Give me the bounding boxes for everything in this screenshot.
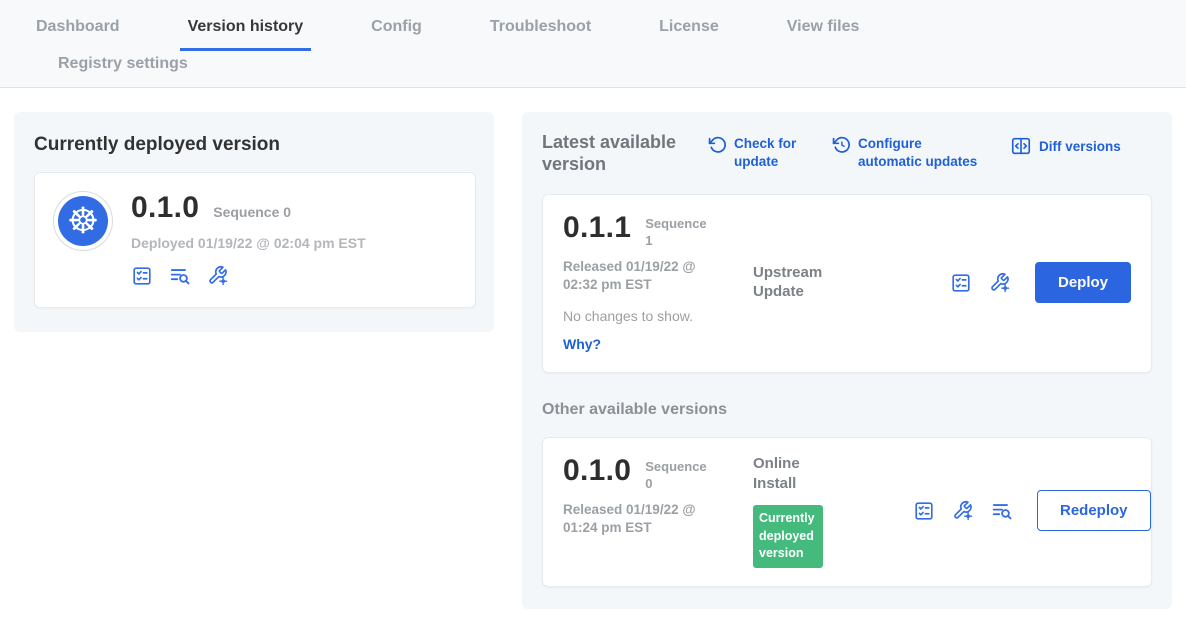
currently-deployed-panel: Currently deployed version ☸ 0.1.0 Seque…	[14, 112, 494, 332]
latest-version-header: Latest available version Check for updat…	[542, 132, 1152, 176]
tab-registry-settings[interactable]: Registry settings	[50, 51, 196, 87]
tab-config[interactable]: Config	[363, 6, 430, 51]
kubernetes-wheel-icon: ☸	[58, 196, 108, 246]
edit-config-icon[interactable]	[989, 272, 1011, 294]
kubernetes-wheel-glyph: ☸	[67, 203, 99, 239]
refresh-icon	[708, 135, 727, 154]
latest-version-title: Latest available version	[542, 132, 682, 176]
latest-version-number: 0.1.1	[563, 211, 631, 245]
other-version-row: 0.1.0 Sequence 0	[563, 454, 753, 493]
configure-automatic-updates-label: Configure automatic updates	[858, 135, 984, 170]
main-content: Currently deployed version ☸ 0.1.0 Seque…	[0, 88, 1186, 609]
tab-view-files[interactable]: View files	[779, 6, 868, 51]
other-actions: Redeploy	[913, 490, 1151, 531]
other-released-timestamp: Released 01/19/22 @ 01:24 pm EST	[563, 501, 718, 537]
no-changes-text: No changes to show.	[563, 308, 753, 324]
other-version-card: 0.1.0 Sequence 0 Released 01/19/22 @ 01:…	[542, 437, 1152, 587]
check-for-update-link[interactable]: Check for update	[708, 135, 806, 170]
check-for-update-label: Check for update	[734, 135, 806, 170]
deploy-button[interactable]: Deploy	[1035, 262, 1131, 303]
diff-versions-label: Diff versions	[1039, 138, 1121, 156]
latest-version-row: 0.1.1 Sequence 1	[563, 211, 753, 250]
currently-deployed-title: Currently deployed version	[34, 134, 476, 156]
release-notes-icon[interactable]	[169, 265, 191, 287]
app-nav: Dashboard Version history Config Trouble…	[0, 0, 1186, 88]
other-source-column: Online Install Currently deployed versio…	[753, 454, 913, 568]
deployed-version-row: 0.1.0 Sequence 0	[131, 191, 366, 225]
available-versions-panel: Latest available version Check for updat…	[522, 112, 1172, 609]
kubernetes-logo-icon: ☸	[53, 191, 113, 251]
latest-version-details: 0.1.1 Sequence 1 Released 01/19/22 @ 02:…	[563, 211, 753, 354]
online-install-label: Online Install	[753, 454, 843, 493]
deployed-sequence-label: Sequence 0	[213, 204, 291, 220]
deployed-version-info: 0.1.0 Sequence 0 Deployed 01/19/22 @ 02:…	[131, 191, 366, 287]
diff-icon	[1010, 135, 1032, 157]
deployed-version-card: ☸ 0.1.0 Sequence 0 Deployed 01/19/22 @ 0…	[34, 172, 476, 308]
edit-config-icon[interactable]	[207, 265, 229, 287]
upstream-update-label: Upstream Update	[753, 263, 843, 302]
other-versions-title: Other available versions	[542, 401, 1152, 419]
preflight-checks-icon[interactable]	[131, 265, 153, 287]
latest-source-column: Upstream Update	[753, 211, 913, 354]
nav-row-2: Registry settings	[0, 51, 1186, 87]
tab-troubleshoot[interactable]: Troubleshoot	[482, 6, 599, 51]
tab-license[interactable]: License	[651, 6, 727, 51]
preflight-checks-icon[interactable]	[950, 272, 972, 294]
deployed-actions-icon-row	[131, 265, 366, 287]
preflight-checks-icon[interactable]	[913, 500, 935, 522]
latest-actions: Deploy	[950, 262, 1131, 303]
redeploy-button[interactable]: Redeploy	[1037, 490, 1151, 531]
currently-deployed-badge: Currently deployed version	[753, 505, 823, 568]
latest-version-card: 0.1.1 Sequence 1 Released 01/19/22 @ 02:…	[542, 194, 1152, 373]
why-link[interactable]: Why?	[563, 336, 601, 352]
latest-sequence-label: Sequence 1	[645, 211, 709, 250]
tab-version-history[interactable]: Version history	[180, 6, 312, 51]
latest-released-timestamp: Released 01/19/22 @ 02:32 pm EST	[563, 258, 718, 294]
edit-config-icon[interactable]	[952, 500, 974, 522]
other-version-details: 0.1.0 Sequence 0 Released 01/19/22 @ 01:…	[563, 454, 753, 568]
deployed-version-number: 0.1.0	[131, 191, 199, 225]
other-sequence-label: Sequence 0	[645, 454, 709, 493]
other-version-number: 0.1.0	[563, 454, 631, 488]
configure-automatic-updates-link[interactable]: Configure automatic updates	[832, 135, 984, 170]
tab-dashboard[interactable]: Dashboard	[28, 6, 128, 51]
auto-update-clock-icon	[832, 135, 851, 154]
release-notes-icon[interactable]	[991, 500, 1013, 522]
nav-row-1: Dashboard Version history Config Trouble…	[0, 6, 1186, 51]
deployed-timestamp: Deployed 01/19/22 @ 02:04 pm EST	[131, 235, 366, 251]
diff-versions-link[interactable]: Diff versions	[1010, 135, 1121, 157]
